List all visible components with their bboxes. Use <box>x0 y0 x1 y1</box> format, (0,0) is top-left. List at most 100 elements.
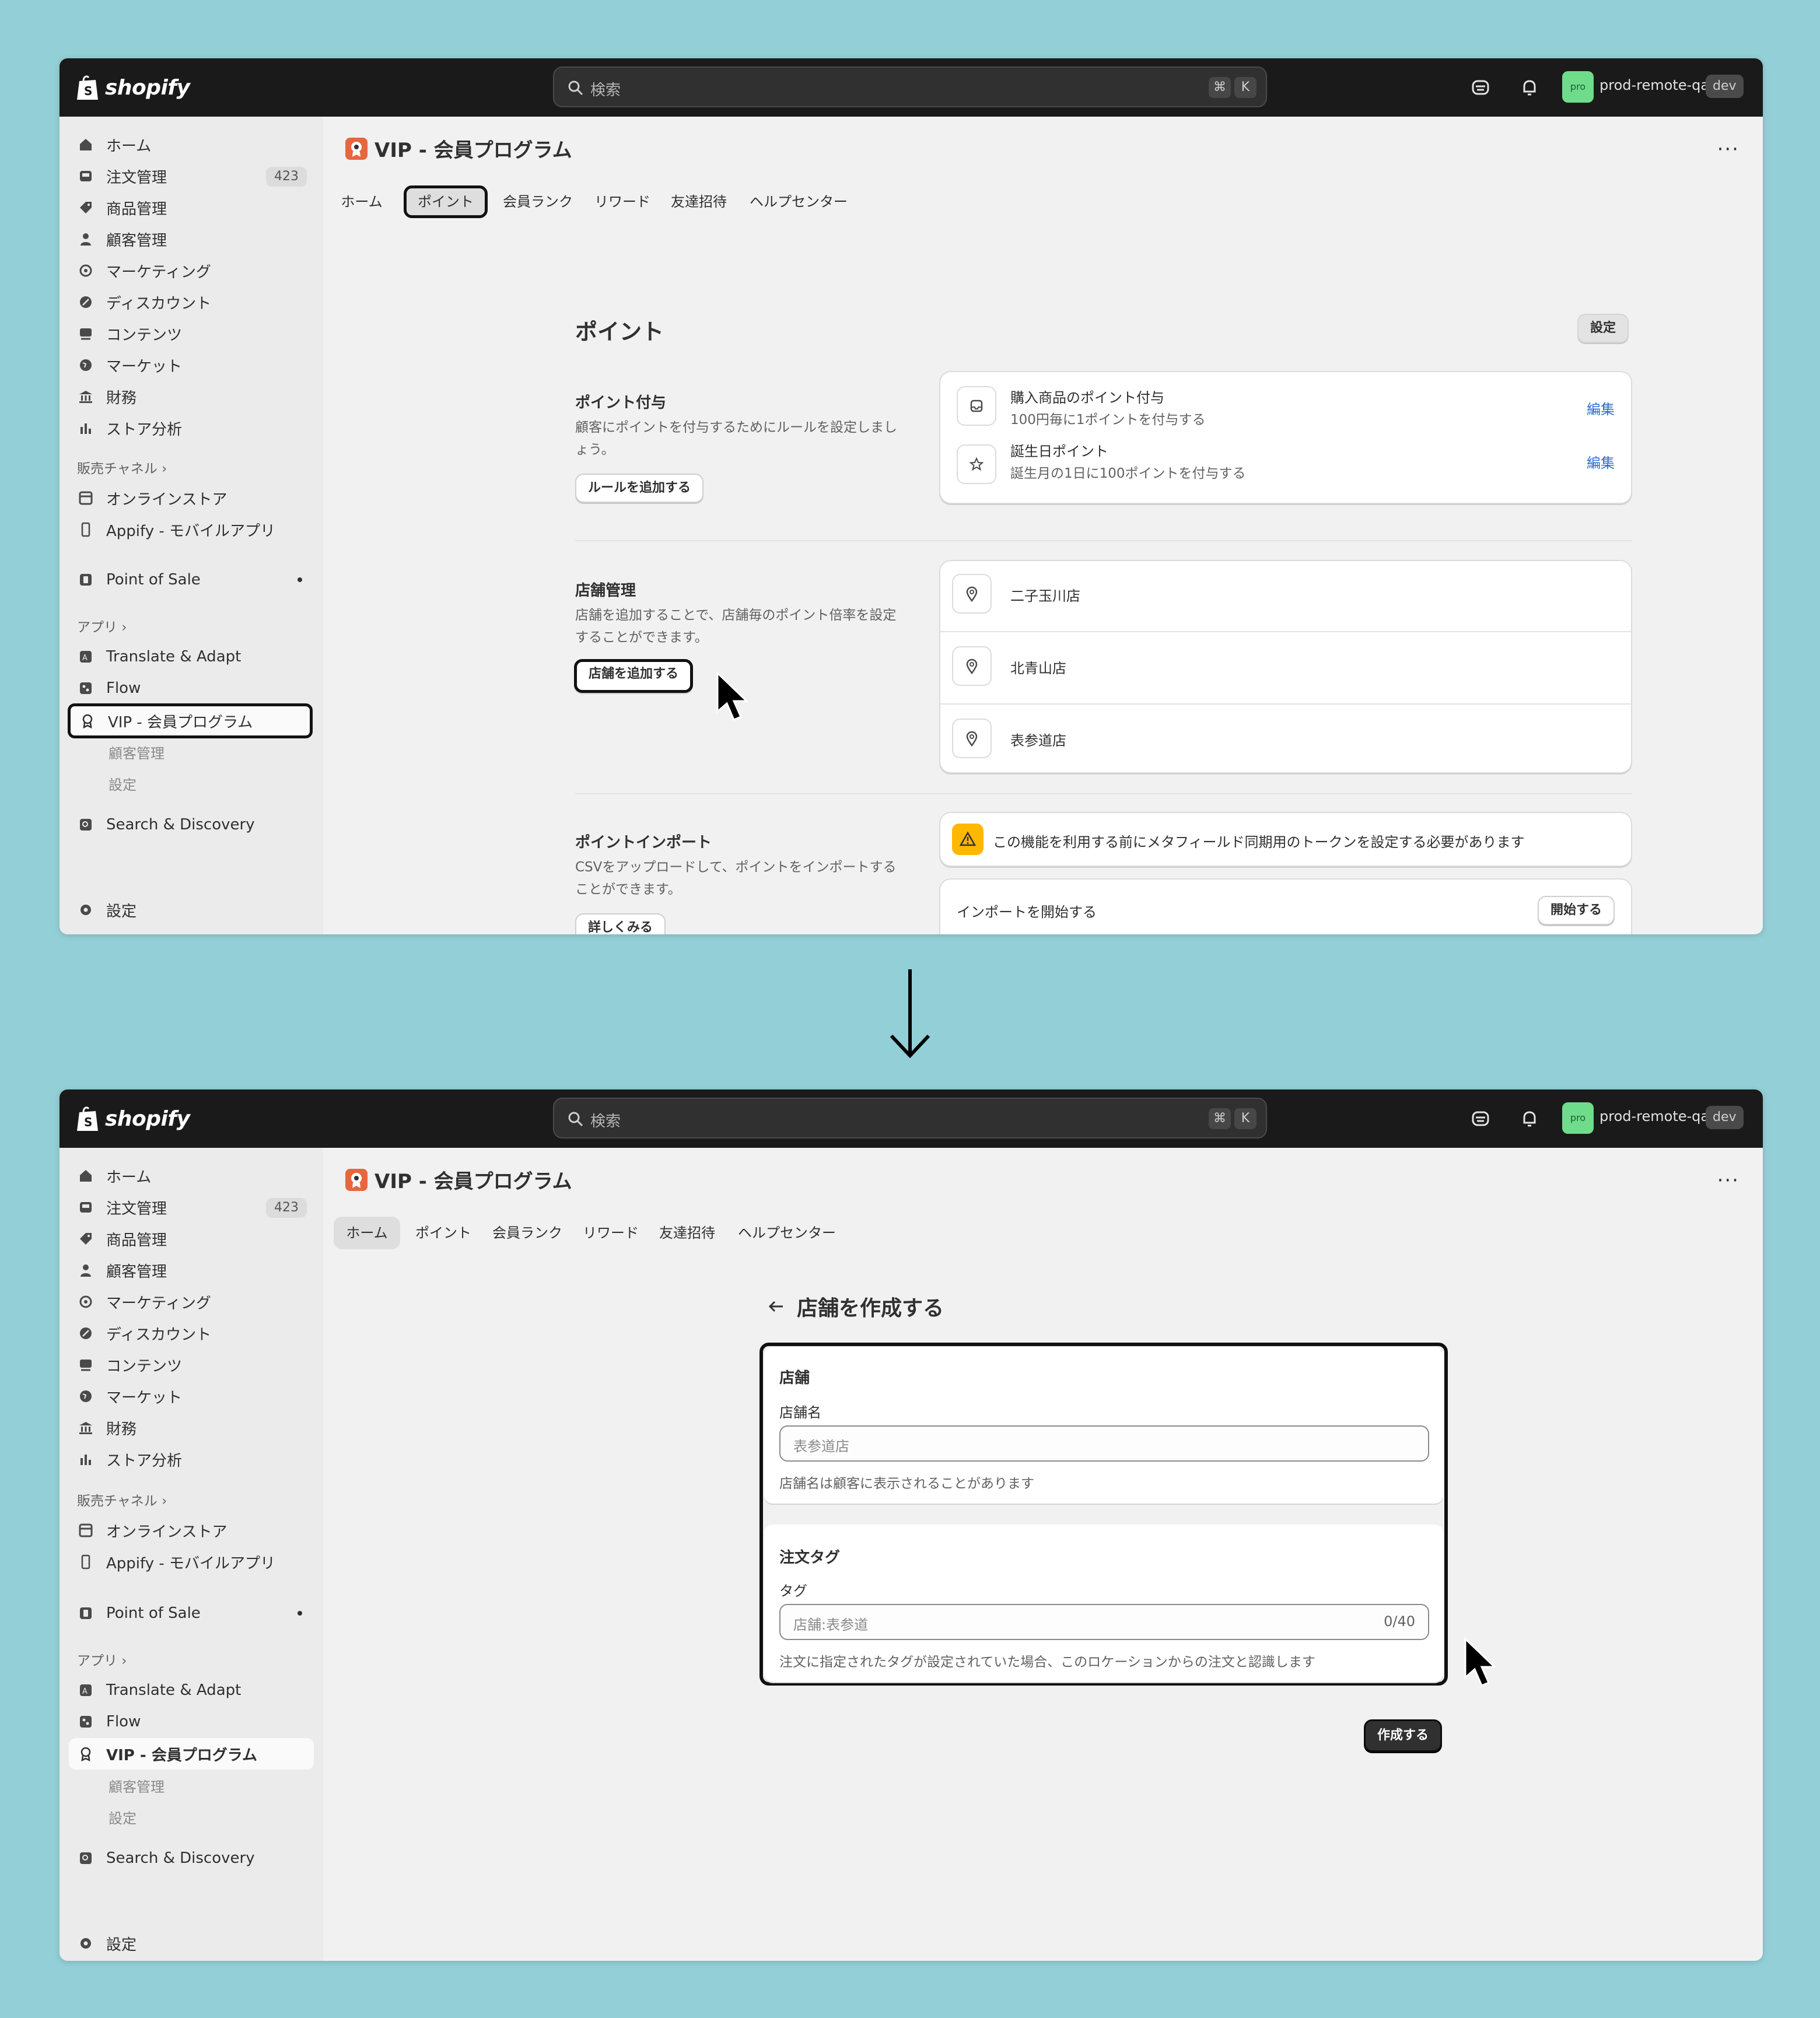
sidekick-icon[interactable] <box>1470 1108 1491 1129</box>
sidebar-item-discounts[interactable]: ディスカウント <box>69 1319 314 1347</box>
store-name-input[interactable]: 表参道店 <box>779 1425 1429 1462</box>
tag-input[interactable]: 店舗:表参道 0/40 <box>779 1604 1429 1640</box>
sidebar-item-flow[interactable]: Flow <box>69 1708 314 1736</box>
top-bar: S shopify 検索 ⌘ K pro prod-remote-qa dev <box>60 58 1763 117</box>
sidebar-item-home[interactable]: ホーム <box>69 131 314 159</box>
sidebar-item-markets[interactable]: マーケット <box>69 351 314 379</box>
tab-help[interactable]: ヘルプセンター <box>743 185 854 218</box>
tab-ranks[interactable]: 会員ランク <box>498 185 578 218</box>
sales-channels-heading[interactable]: 販売チャネル › <box>77 1490 167 1509</box>
tag-char-counter: 0/40 <box>1384 1613 1415 1630</box>
add-store-button[interactable]: 店舗を追加する <box>574 659 694 693</box>
sidebar-item-settings[interactable]: 設定 <box>69 1929 314 1957</box>
settings-button[interactable]: 設定 <box>1577 314 1629 343</box>
tab-referral[interactable]: 友達招待 <box>653 1217 721 1249</box>
store-list-item[interactable]: 二子玉川店 <box>1010 584 1080 605</box>
bell-icon[interactable] <box>1519 77 1540 98</box>
sidebar-item-finance[interactable]: 財務 <box>69 383 314 411</box>
main-content: VIP - 会員プログラム ··· ホーム ポイント 会員ランク リワード 友達… <box>323 117 1763 934</box>
sidebar-item-markets[interactable]: マーケット <box>69 1382 314 1410</box>
sidebar-item-marketing[interactable]: マーケティング <box>69 1288 314 1316</box>
sidebar-item-analytics[interactable]: ストア分析 <box>69 1445 314 1473</box>
arrow-left-icon[interactable] <box>766 1297 785 1316</box>
tab-points[interactable]: ポイント <box>411 1217 476 1249</box>
sidebar-item-products[interactable]: 商品管理 <box>69 1225 314 1253</box>
sidebar-item-search-discovery[interactable]: Search & Discovery <box>69 811 314 839</box>
sidebar-item-content[interactable]: コンテンツ <box>69 320 314 348</box>
store-list-item[interactable]: 表参道店 <box>1010 729 1066 749</box>
sidebar-item-finance[interactable]: 財務 <box>69 1414 314 1442</box>
sidebar-item-appify[interactable]: Appify - モバイルアプリ <box>69 1548 314 1576</box>
store-list-item[interactable]: 北青山店 <box>1010 657 1066 677</box>
search-bar[interactable]: 検索 ⌘ K <box>553 66 1267 107</box>
sidebar-item-content[interactable]: コンテンツ <box>69 1351 314 1379</box>
sidebar-item-discounts[interactable]: ディスカウント <box>69 288 314 316</box>
add-rule-button[interactable]: ルールを追加する <box>575 474 704 503</box>
tab-home[interactable]: ホーム <box>334 1217 400 1249</box>
import-card: インポートを開始する 開始する <box>939 878 1632 934</box>
apps-heading[interactable]: アプリ › <box>77 1649 127 1669</box>
apps-heading[interactable]: アプリ › <box>77 616 127 636</box>
tab-rewards[interactable]: リワード <box>590 185 654 218</box>
sales-channels-heading[interactable]: 販売チャネル › <box>77 457 167 477</box>
sidebar-item-translate[interactable]: A Translate & Adapt <box>69 643 314 671</box>
create-button[interactable]: 作成する <box>1364 1719 1443 1752</box>
sidebar-item-online-store[interactable]: オンラインストア <box>69 484 314 512</box>
sidebar-item-orders[interactable]: 注文管理 423 <box>69 1193 314 1221</box>
sidebar-sub-vip-settings[interactable]: 設定 <box>108 1807 136 1827</box>
store-card: 店舗 店舗名 表参道店 店舗名は顧客に表示されることがあります <box>764 1347 1443 1504</box>
tab-points[interactable]: ポイント <box>404 185 488 218</box>
sidebar-item-customers[interactable]: 顧客管理 <box>69 225 314 253</box>
sidebar-item-customers[interactable]: 顧客管理 <box>69 1256 314 1284</box>
bell-icon[interactable] <box>1519 1108 1540 1129</box>
grant-desc: 顧客にポイントを付与するためにルールを設定しましょう。 <box>575 420 897 457</box>
sidebar-item-orders[interactable]: 注文管理 423 <box>69 162 314 190</box>
learn-more-button[interactable]: 詳しくみる <box>575 913 666 934</box>
store-avatar[interactable]: pro <box>1562 1102 1594 1134</box>
sidebar-sub-vip-settings[interactable]: 設定 <box>108 773 136 794</box>
tab-ranks[interactable]: 会員ランク <box>488 1217 567 1249</box>
sidebar-item-search-discovery[interactable]: Search & Discovery <box>69 1844 314 1872</box>
svg-text:S: S <box>84 84 92 98</box>
vip-app-icon <box>345 137 368 160</box>
sidebar-item-settings[interactable]: 設定 <box>69 896 314 924</box>
edit-rule-link[interactable]: 編集 <box>1587 398 1615 418</box>
sidekick-icon[interactable] <box>1470 77 1491 98</box>
sidebar-item-products[interactable]: 商品管理 <box>69 194 314 222</box>
shopify-logo[interactable]: S shopify <box>76 72 190 103</box>
sidebar-item-vip[interactable]: VIP - 会員プログラム <box>69 1738 314 1770</box>
edit-rule-link[interactable]: 編集 <box>1587 451 1615 472</box>
sidebar-sub-vip-customers[interactable]: 顧客管理 <box>108 1775 164 1796</box>
sidebar-sub-vip-customers[interactable]: 顧客管理 <box>108 742 164 762</box>
command-key-hint: ⌘ <box>1209 77 1231 98</box>
more-actions-button[interactable]: ··· <box>1717 138 1740 161</box>
create-store-title: 店舗を作成する <box>797 1297 944 1320</box>
gear-icon <box>77 901 94 919</box>
store-name[interactable]: prod-remote-qa <box>1600 77 1709 93</box>
shopify-logo[interactable]: S shopify <box>76 1103 190 1134</box>
home-icon <box>77 1167 94 1185</box>
sidebar-item-flow[interactable]: Flow <box>69 674 314 702</box>
sidebar-item-home[interactable]: ホーム <box>69 1162 314 1190</box>
store-avatar[interactable]: pro <box>1562 71 1594 103</box>
search-bar[interactable]: 検索 ⌘ K <box>553 1098 1267 1138</box>
person-icon <box>77 230 94 248</box>
sidebar-item-appify[interactable]: Appify - モバイルアプリ <box>69 516 314 544</box>
sidebar-item-pos[interactable]: Point of Sale <box>69 566 314 594</box>
sidebar-item-online-store[interactable]: オンラインストア <box>69 1516 314 1544</box>
more-actions-button[interactable]: ··· <box>1717 1169 1740 1192</box>
sidebar-item-analytics[interactable]: ストア分析 <box>69 414 314 442</box>
sidebar-item-pos[interactable]: Point of Sale <box>69 1599 314 1627</box>
content-icon <box>77 325 94 342</box>
points-screen-window: S shopify 検索 ⌘ K pro prod-remote-qa dev … <box>60 58 1763 934</box>
tab-referral[interactable]: 友達招待 <box>665 185 733 218</box>
tab-home[interactable]: ホーム <box>334 185 390 218</box>
tab-help[interactable]: ヘルプセンター <box>732 1217 842 1249</box>
sidebar-item-translate[interactable]: A Translate & Adapt <box>69 1676 314 1704</box>
sidebar-item-vip[interactable]: VIP - 会員プログラム <box>68 703 313 738</box>
rule-title: 誕生日ポイント <box>1010 443 1108 460</box>
start-import-button[interactable]: 開始する <box>1537 896 1615 925</box>
sidebar-item-marketing[interactable]: マーケティング <box>69 257 314 285</box>
tab-rewards[interactable]: リワード <box>579 1217 643 1249</box>
store-name[interactable]: prod-remote-qa <box>1600 1108 1709 1124</box>
